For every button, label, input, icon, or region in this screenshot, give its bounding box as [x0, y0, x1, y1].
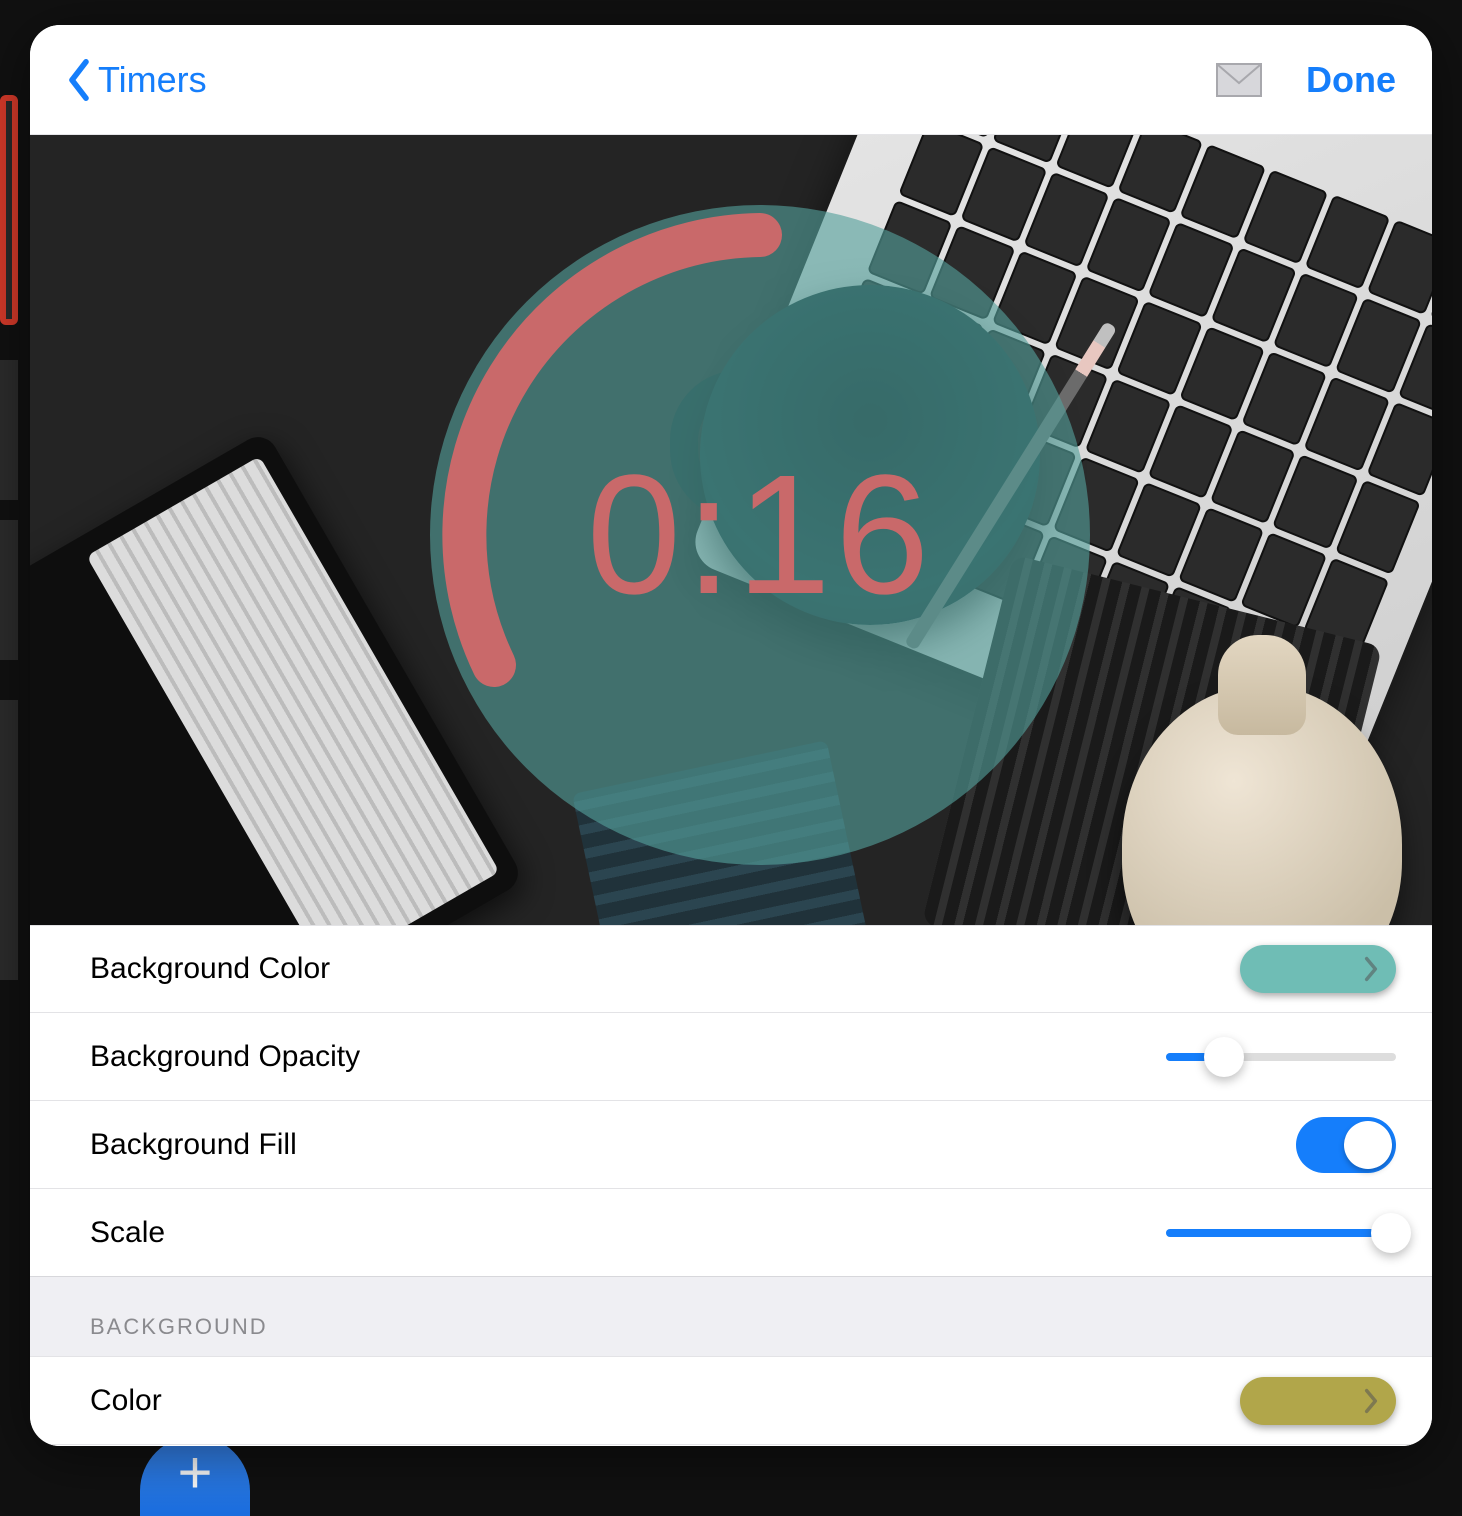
- done-button[interactable]: Done: [1306, 59, 1396, 101]
- background-opacity-row: Background Opacity: [30, 1013, 1432, 1101]
- row-label: Color: [90, 1384, 162, 1418]
- nav-right: Done: [1216, 59, 1396, 101]
- scene-thumb: [0, 520, 18, 660]
- preview-canvas: 0:16: [30, 135, 1432, 925]
- background-fill-row: Background Fill: [30, 1101, 1432, 1189]
- row-label: Scale: [90, 1216, 165, 1250]
- mail-icon[interactable]: [1216, 63, 1262, 97]
- scale-row: Scale: [30, 1189, 1432, 1277]
- chevron-left-icon: [66, 59, 92, 101]
- row-label: Background Opacity: [90, 1040, 360, 1074]
- back-label: Timers: [98, 59, 207, 101]
- timer-settings-modal: Timers Done: [30, 25, 1432, 1446]
- color-swatch-button[interactable]: [1240, 1377, 1396, 1425]
- back-button[interactable]: Timers: [66, 59, 207, 101]
- chevron-right-icon: [1362, 956, 1380, 982]
- row-label: Background Fill: [90, 1128, 297, 1162]
- timer-value: 0:16: [430, 205, 1090, 865]
- row-label: Background Color: [90, 952, 330, 986]
- add-button[interactable]: +: [140, 1436, 250, 1516]
- color-swatch-button[interactable]: [1240, 945, 1396, 993]
- section-header-background: BACKGROUND: [90, 1314, 268, 1340]
- section-color-row[interactable]: Color: [30, 1357, 1432, 1445]
- scene-thumb: [0, 360, 18, 500]
- chevron-right-icon: [1362, 1388, 1380, 1414]
- opacity-slider[interactable]: [1166, 1053, 1396, 1061]
- selected-scene-indicator: [0, 95, 18, 325]
- scene-thumb: [0, 700, 18, 980]
- nav-bar: Timers Done: [30, 25, 1432, 135]
- section-gap: BACKGROUND: [30, 1277, 1432, 1357]
- scale-slider[interactable]: [1166, 1229, 1396, 1237]
- fill-toggle[interactable]: [1296, 1117, 1396, 1173]
- background-color-row[interactable]: Background Color: [30, 925, 1432, 1013]
- settings-list: Background Color Background Opacity Back…: [30, 925, 1432, 1446]
